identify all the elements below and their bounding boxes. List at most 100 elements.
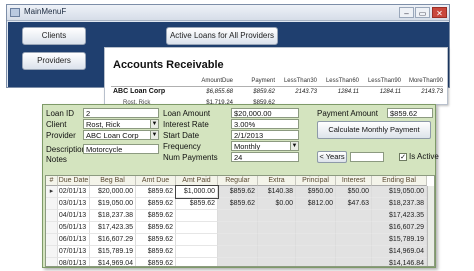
grid-cell[interactable] — [218, 234, 258, 246]
grid-cell[interactable]: 06/01/13 — [58, 234, 90, 246]
grid-cell[interactable]: $859.62 — [136, 198, 176, 210]
active-loans-button[interactable]: Active Loans for All Providers — [166, 27, 278, 45]
grid-cell[interactable]: 07/01/13 — [58, 246, 90, 258]
grid-cell[interactable] — [258, 246, 296, 258]
row-selector[interactable]: ▸ — [46, 186, 58, 198]
interest-rate-field[interactable]: 3.00% — [231, 119, 299, 129]
chevron-down-icon[interactable]: ▼ — [150, 120, 158, 128]
maximize-icon[interactable]: ▭ — [415, 7, 430, 18]
grid-cell[interactable] — [296, 222, 336, 234]
grid-cell[interactable]: 02/01/13 — [58, 186, 90, 198]
grid-cell[interactable] — [176, 258, 218, 266]
grid-cell[interactable]: $859.62 — [136, 258, 176, 266]
grid-column-header[interactable]: Due Date — [58, 176, 90, 186]
grid-cell[interactable]: $47.63 — [336, 198, 372, 210]
grid-cell[interactable] — [336, 234, 372, 246]
minimize-icon[interactable]: – — [399, 7, 414, 18]
grid-column-header[interactable]: Ending Bal — [372, 176, 427, 186]
grid-cell[interactable]: $16,607.29 — [90, 234, 136, 246]
grid-cell[interactable] — [296, 258, 336, 266]
grid-cell[interactable]: $859.62 — [136, 246, 176, 258]
grid-column-header[interactable]: Beg Bal — [90, 176, 136, 186]
grid-cell[interactable] — [258, 258, 296, 266]
grid-cell[interactable]: $20,000.00 — [90, 186, 136, 198]
row-selector[interactable] — [46, 210, 58, 222]
grid-cell[interactable]: $812.00 — [296, 198, 336, 210]
grid-cell[interactable] — [336, 210, 372, 222]
num-payments-field[interactable]: 24 — [231, 152, 299, 162]
row-selector[interactable] — [46, 258, 58, 266]
grid-cell[interactable]: $859.62 — [136, 222, 176, 234]
grid-cell[interactable]: $140.38 — [258, 186, 296, 198]
payment-amount-field[interactable]: $859.62 — [387, 108, 433, 118]
grid-cell[interactable] — [218, 222, 258, 234]
grid-column-header[interactable]: Amt Due — [136, 176, 176, 186]
close-icon[interactable]: ✕ — [432, 7, 447, 18]
is-active-checkbox[interactable]: ✓ — [399, 153, 407, 161]
grid-column-header[interactable]: Regular — [218, 176, 258, 186]
grid-cell[interactable]: $859.62 — [136, 234, 176, 246]
grid-column-header[interactable]: Interest — [336, 176, 372, 186]
grid-cell[interactable] — [176, 222, 218, 234]
grid-cell[interactable]: 04/01/13 — [58, 210, 90, 222]
loan-id-field[interactable]: 2 — [83, 108, 159, 118]
grid-cell[interactable]: $17,423.35 — [372, 210, 427, 222]
grid-cell[interactable]: $18,237.38 — [90, 210, 136, 222]
grid-cell[interactable] — [258, 222, 296, 234]
start-date-field[interactable]: 2/1/2013 — [231, 130, 299, 140]
calculate-payment-button[interactable]: Calculate Monthly Payment — [317, 121, 431, 139]
grid-cell[interactable]: $18,237.38 — [372, 198, 427, 210]
client-combo[interactable]: Rost, Rick ▼ — [83, 119, 159, 129]
grid-cell[interactable] — [296, 210, 336, 222]
grid-cell[interactable]: $14,969.04 — [90, 258, 136, 266]
grid-cell[interactable]: $16,607.29 — [372, 222, 427, 234]
grid-cell[interactable]: $19,050.00 — [372, 186, 427, 198]
grid-scrollbar[interactable] — [427, 186, 434, 266]
grid-cell[interactable]: $50.00 — [336, 186, 372, 198]
grid-cell[interactable] — [218, 246, 258, 258]
grid-cell[interactable]: $859.62 — [136, 210, 176, 222]
grid-cell[interactable]: 08/01/13 — [58, 258, 90, 266]
grid-column-header[interactable]: Extra — [258, 176, 296, 186]
chevron-down-icon[interactable]: ▼ — [150, 131, 158, 139]
chevron-down-icon[interactable]: ▼ — [290, 142, 298, 150]
grid-cell[interactable]: $17,423.35 — [90, 222, 136, 234]
grid-cell[interactable]: $14,146.84 — [372, 258, 427, 266]
grid-cell[interactable]: $950.00 — [296, 186, 336, 198]
grid-cell[interactable] — [296, 246, 336, 258]
grid-cell[interactable] — [176, 234, 218, 246]
grid-cell[interactable]: 03/01/13 — [58, 198, 90, 210]
grid-cell[interactable] — [218, 258, 258, 266]
grid-cell[interactable] — [176, 246, 218, 258]
providers-button[interactable]: Providers — [22, 52, 86, 70]
description-field[interactable]: Motorcycle — [83, 144, 159, 154]
grid-cell[interactable]: $19,050.00 — [90, 198, 136, 210]
grid-cell[interactable]: $15,789.19 — [90, 246, 136, 258]
grid-cell[interactable]: $859.62 — [176, 198, 218, 210]
grid-cell[interactable]: $859.62 — [218, 186, 258, 198]
grid-cell[interactable]: $859.62 — [136, 186, 176, 198]
grid-cell[interactable]: 05/01/13 — [58, 222, 90, 234]
grid-cell[interactable]: $14,969.04 — [372, 246, 427, 258]
frequency-combo[interactable]: Monthly ▼ — [231, 141, 299, 151]
years-field[interactable] — [350, 152, 384, 162]
grid-cell[interactable]: $859.62 — [218, 198, 258, 210]
row-selector[interactable] — [46, 198, 58, 210]
grid-cell[interactable] — [336, 246, 372, 258]
grid-cell[interactable] — [176, 210, 218, 222]
years-button[interactable]: < Years — [317, 151, 347, 163]
row-selector[interactable] — [46, 246, 58, 258]
loan-amount-field[interactable]: $20,000.00 — [231, 108, 299, 118]
grid-cell[interactable] — [336, 222, 372, 234]
clients-button[interactable]: Clients — [22, 27, 86, 45]
grid-column-header[interactable]: Principal — [296, 176, 336, 186]
grid-cell[interactable] — [296, 234, 336, 246]
grid-cell[interactable] — [218, 210, 258, 222]
grid-cell[interactable] — [336, 258, 372, 266]
grid-cell[interactable]: $1,000.00 — [175, 185, 219, 199]
row-selector[interactable] — [46, 222, 58, 234]
grid-cell[interactable] — [258, 234, 296, 246]
grid-cell[interactable] — [258, 210, 296, 222]
row-selector[interactable] — [46, 234, 58, 246]
notes-field[interactable] — [83, 155, 159, 165]
